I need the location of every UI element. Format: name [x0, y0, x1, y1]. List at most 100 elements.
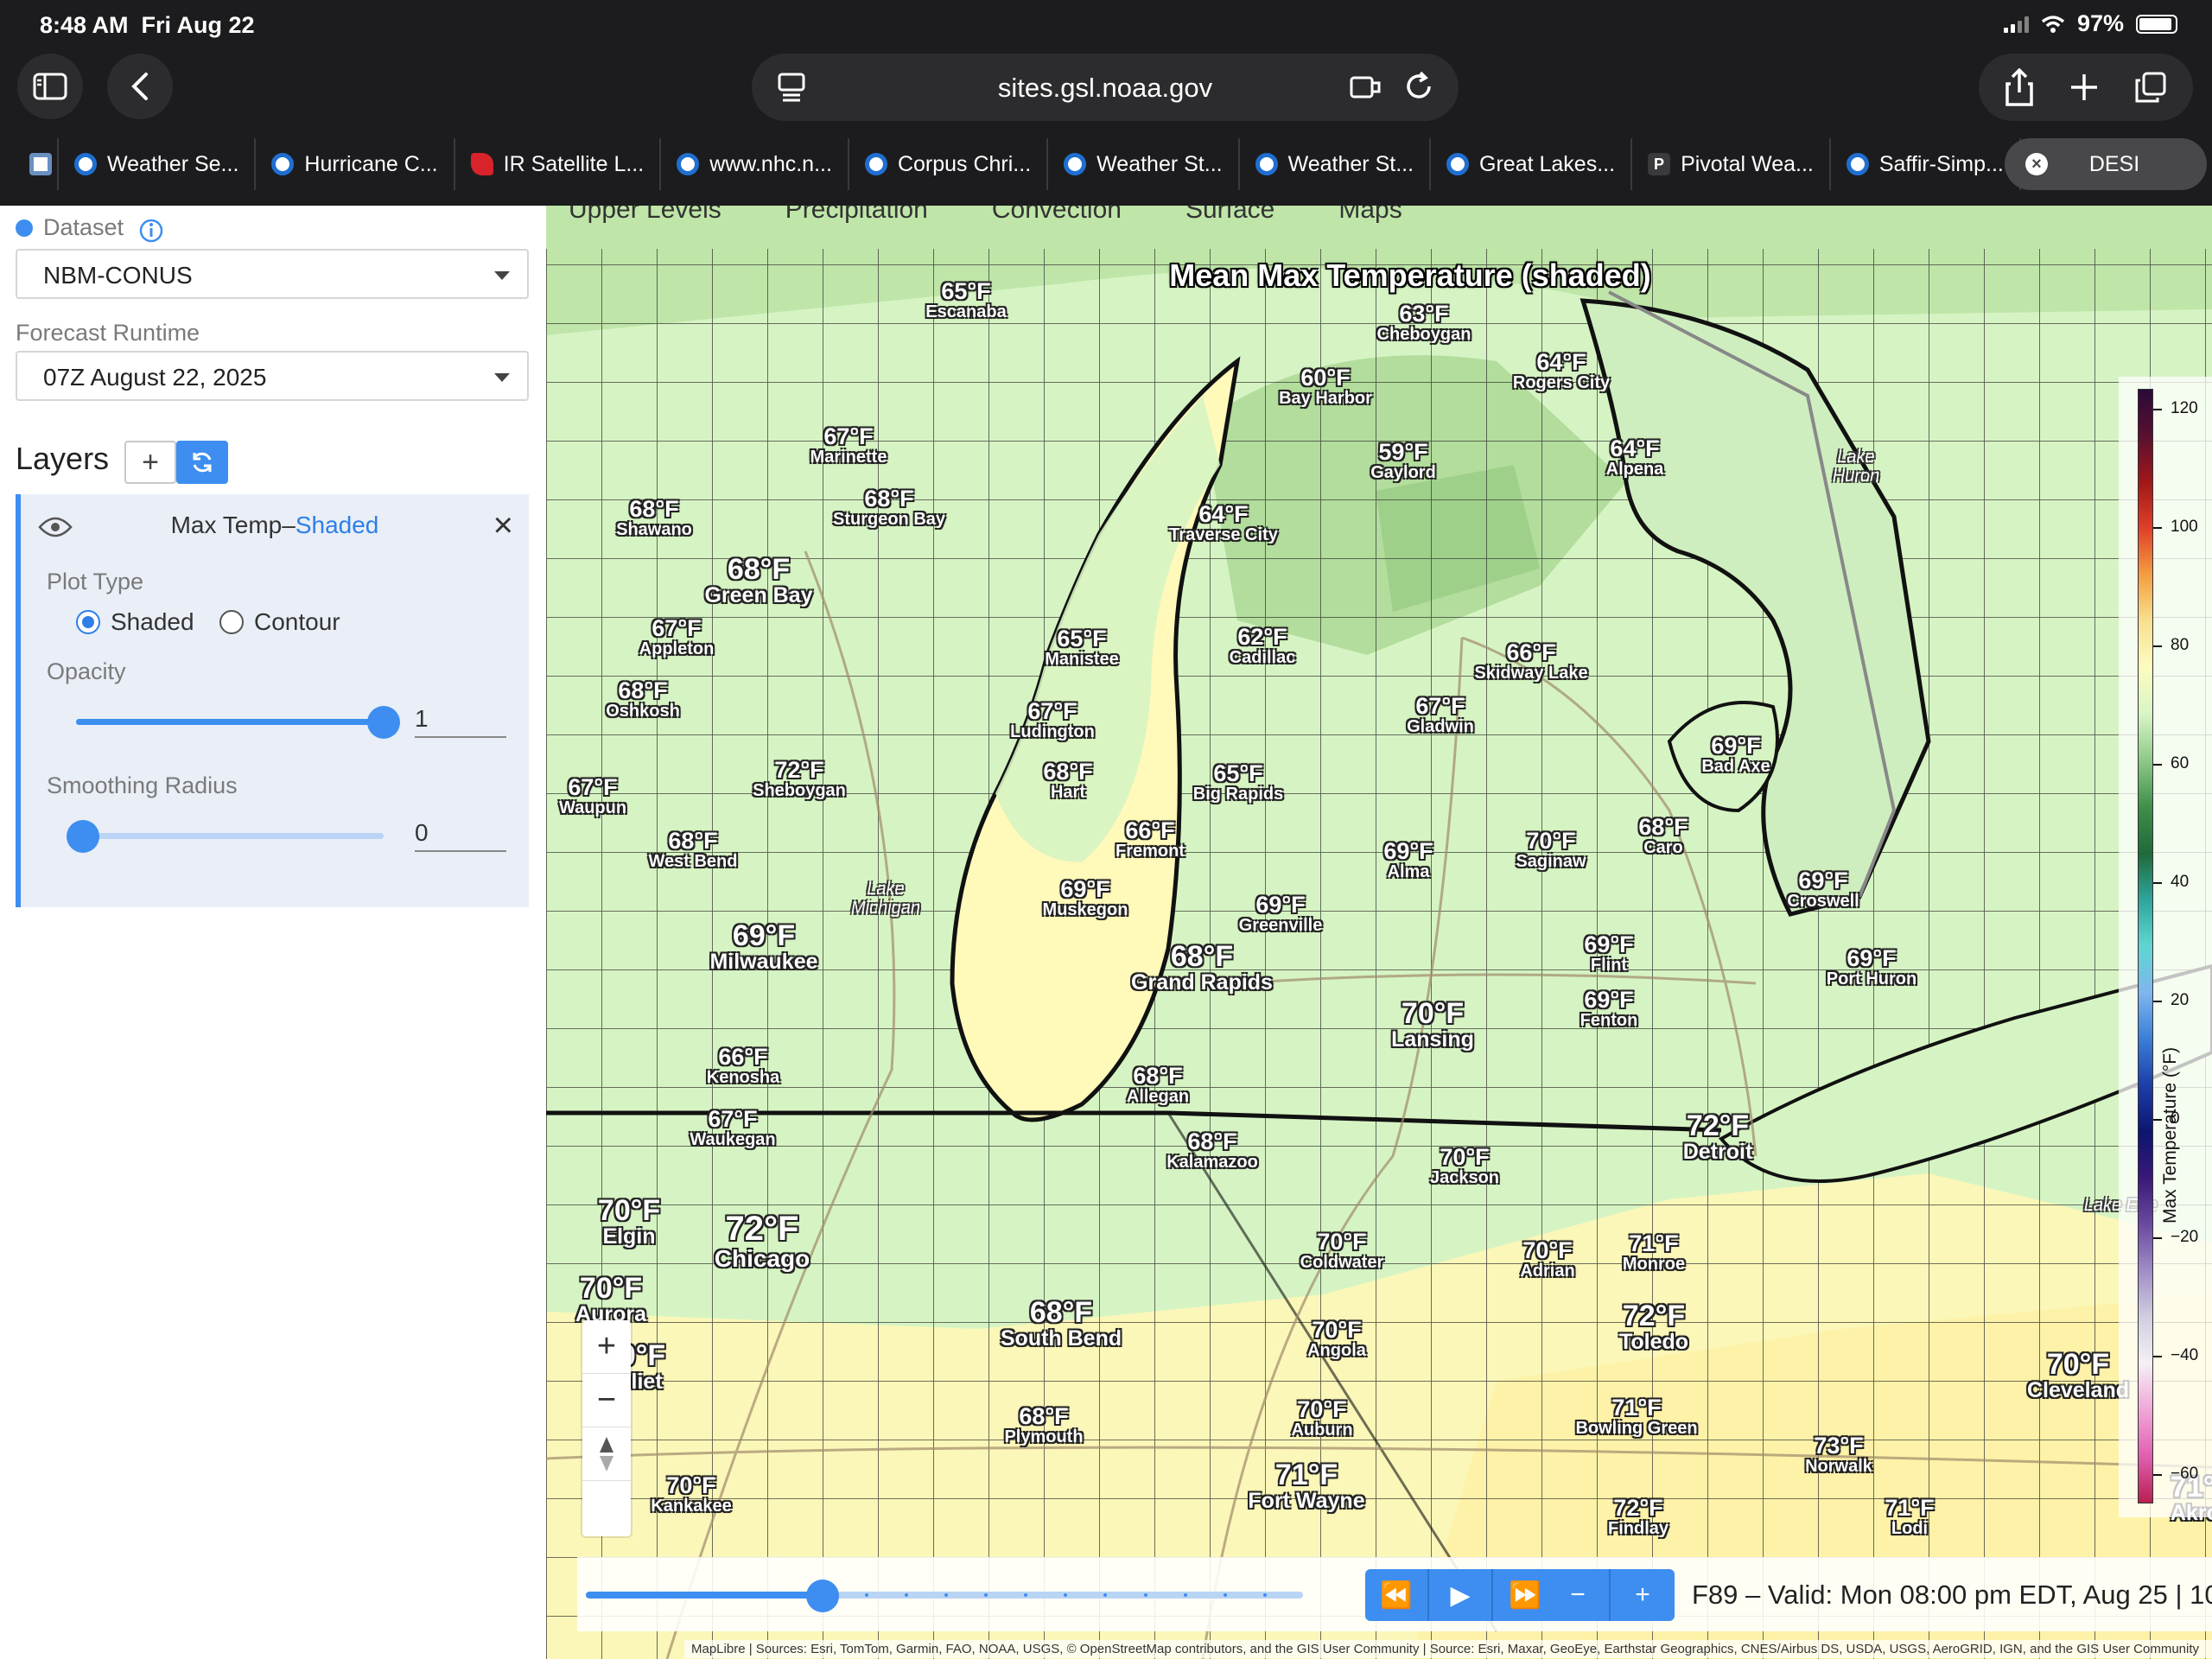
- tab-nhc[interactable]: www.nhc.n...: [661, 138, 849, 190]
- compass-button[interactable]: [582, 1427, 631, 1481]
- city-temp: 66°F: [718, 1044, 768, 1070]
- extension-icon[interactable]: [1348, 69, 1382, 104]
- toolbar-actions: [1979, 54, 2193, 121]
- sidebar-toggle-button[interactable]: [17, 54, 83, 119]
- tab-partial[interactable]: [12, 138, 59, 190]
- info-icon[interactable]: [138, 218, 164, 244]
- tab-ir-satellite[interactable]: IR Satellite L...: [455, 138, 662, 190]
- tab-overview-icon[interactable]: [2133, 70, 2168, 105]
- smoothing-slider-handle[interactable]: [67, 820, 99, 853]
- city-name: Traverse City: [1169, 525, 1278, 544]
- city-label: 69°F Croswell: [1787, 869, 1859, 911]
- timeline-tick: [864, 1593, 868, 1597]
- city-name: Big Rapids: [1192, 785, 1284, 804]
- playback-controls: ⏪ ▶ ⏩: [1365, 1569, 1557, 1621]
- tab-great-lakes[interactable]: Great Lakes...: [1431, 138, 1633, 190]
- opacity-input[interactable]: 1: [415, 700, 506, 738]
- zoom-in-button[interactable]: +: [582, 1320, 631, 1374]
- share-icon[interactable]: [2004, 68, 2035, 106]
- radio-shaded[interactable]: [76, 610, 100, 634]
- city-label: 70°F Cleveland: [2027, 1350, 2129, 1402]
- cellular-icon: [2003, 16, 2029, 33]
- tab-hurricane-center[interactable]: Hurricane C...: [256, 138, 455, 190]
- weather-map[interactable]: Upper Levels Precipitation Convection Su…: [546, 206, 2212, 1659]
- city-label: 71°F Fort Wayne: [1248, 1460, 1364, 1512]
- play-button[interactable]: ▶: [1429, 1569, 1493, 1621]
- close-tab-icon[interactable]: ×: [2025, 153, 2048, 175]
- city-label: 70°F Auburn: [1291, 1398, 1352, 1440]
- status-indicators: 97%: [2003, 10, 2177, 37]
- tab-corpus-christi[interactable]: Corpus Chri...: [849, 138, 1049, 190]
- remove-layer-button[interactable]: ×: [493, 506, 513, 545]
- city-label: 67°F Gladwin: [1407, 695, 1474, 736]
- city-temp: 69°F: [1584, 987, 1634, 1013]
- reload-icon[interactable]: [1402, 69, 1436, 104]
- dataset-select[interactable]: NBM-CONUS: [16, 249, 529, 299]
- tab-desi-active[interactable]: × DESI: [2005, 138, 2207, 190]
- smoothing-input[interactable]: 0: [415, 814, 506, 852]
- city-label: 71°F Lodi: [1885, 1497, 1934, 1538]
- tab-pivotal-weather[interactable]: P Pivotal Wea...: [1632, 138, 1831, 190]
- address-bar[interactable]: sites.gsl.noaa.gov: [752, 54, 1459, 121]
- city-name: Shawano: [616, 520, 692, 539]
- nav-convection[interactable]: Convection: [992, 206, 1122, 249]
- city-temp: 64°F: [1610, 435, 1660, 461]
- city-label: 70°F Aurora: [575, 1274, 646, 1325]
- city-name: Bowling Green: [1575, 1419, 1698, 1438]
- step-back-button[interactable]: −: [1547, 1569, 1611, 1621]
- city-label: 72°F Findlay: [1608, 1497, 1669, 1538]
- city-name: Marinette: [810, 448, 887, 467]
- city-temp: 73°F: [1814, 1433, 1864, 1459]
- legend-tick-label: 80: [2152, 636, 2190, 654]
- city-label: 68°F Grand Rapids: [1131, 942, 1273, 994]
- nav-precipitation[interactable]: Precipitation: [785, 206, 928, 249]
- city-temp: 71°F: [1885, 1495, 1935, 1521]
- city-label: 68°F West Bend: [649, 830, 738, 871]
- city-temp: 59°F: [1378, 439, 1428, 465]
- option-contour-label[interactable]: Contour: [254, 608, 340, 636]
- city-label: 71°F Monroe: [1623, 1232, 1685, 1274]
- city-name: Appleton: [639, 639, 715, 658]
- timeline-tick: [1223, 1593, 1227, 1597]
- city-label: 67°F Ludington: [1010, 700, 1095, 741]
- city-temp: 72°F: [1613, 1495, 1663, 1521]
- city-name: Kenosha: [706, 1068, 780, 1087]
- runtime-select[interactable]: 07Z August 22, 2025: [16, 351, 529, 401]
- tab-weather-service[interactable]: Weather Se...: [59, 138, 257, 190]
- city-name: Manistee: [1045, 650, 1119, 669]
- city-label: 66°F Skidway Lake: [1474, 641, 1587, 683]
- city-label: 68°F Shawano: [616, 498, 692, 539]
- add-layer-button[interactable]: +: [124, 441, 176, 484]
- city-name: Waupun: [558, 798, 627, 817]
- radio-contour[interactable]: [219, 610, 244, 634]
- tab-weather-station-2[interactable]: Weather St...: [1240, 138, 1432, 190]
- city-name: Bad Axe: [1701, 757, 1770, 776]
- city-label: 65°F Escanaba: [925, 280, 1006, 321]
- city-temp: 72°F: [774, 757, 824, 783]
- city-temp: 69°F: [1847, 945, 1897, 971]
- nav-upper-levels[interactable]: Upper Levels: [569, 206, 721, 249]
- refresh-layers-button[interactable]: [176, 441, 228, 484]
- opacity-slider-handle[interactable]: [367, 706, 400, 739]
- browser-chrome: 8:48 AM Fri Aug 22 97% sites.gsl.noaa.go…: [0, 0, 2212, 206]
- back-button[interactable]: [107, 54, 173, 119]
- new-tab-icon[interactable]: [2069, 72, 2100, 103]
- option-shaded-label[interactable]: Shaded: [111, 608, 194, 636]
- city-temp: 68°F: [727, 553, 791, 586]
- tab-weather-station-1[interactable]: Weather St...: [1048, 138, 1240, 190]
- zoom-out-button[interactable]: −: [582, 1374, 631, 1427]
- city-name: Fenton: [1580, 1011, 1638, 1030]
- nav-surface[interactable]: Surface: [1185, 206, 1274, 249]
- city-label: 71°F Bowling Green: [1575, 1396, 1697, 1438]
- smoothing-track[interactable]: [76, 833, 384, 839]
- rewind-button[interactable]: ⏪: [1365, 1569, 1429, 1621]
- city-temp: 69°F: [1711, 733, 1761, 759]
- step-forward-button[interactable]: +: [1611, 1569, 1675, 1621]
- nav-maps[interactable]: Maps: [1338, 206, 1402, 249]
- chevron-down-icon: [494, 373, 510, 382]
- timeline-handle[interactable]: [805, 1580, 839, 1612]
- legend-tick-label: 120: [2153, 399, 2198, 417]
- city-label: 66°F Fremont: [1116, 819, 1185, 861]
- city-temp: 68°F: [1043, 759, 1093, 785]
- tab-saffir-simpson[interactable]: Saffir-Simp...: [1831, 138, 2021, 190]
